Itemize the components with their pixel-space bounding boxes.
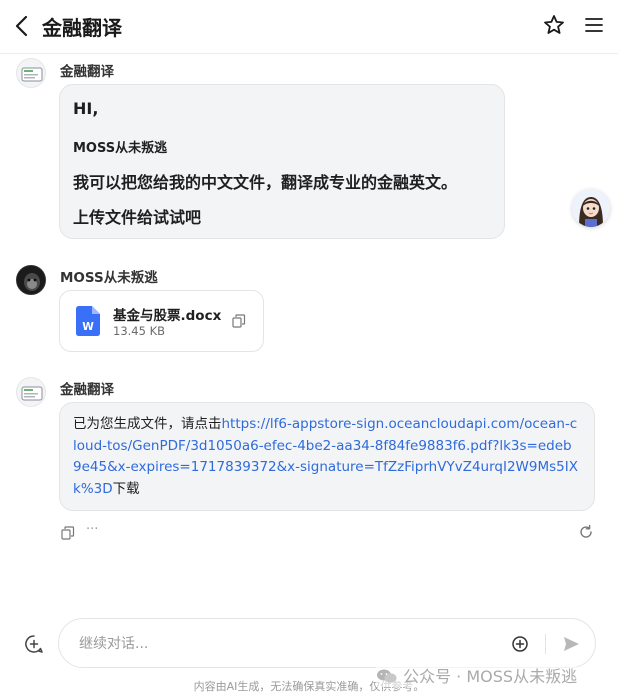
input-divider: [545, 634, 546, 654]
more-icon[interactable]: ···: [86, 522, 98, 537]
bot-avatar: [16, 377, 46, 407]
user-avatar-image: [17, 266, 45, 294]
file-attachment-card[interactable]: W 基金与股票.docx 13.45 KB: [59, 290, 264, 352]
page-title: 金融翻译: [42, 16, 122, 40]
menu-icon[interactable]: [582, 13, 606, 37]
greeting-line: HI,: [73, 99, 99, 118]
download-message-text: 已为您生成文件，请点击https://lf6-appstore-sign.oce…: [73, 414, 579, 500]
copy-icon[interactable]: [61, 526, 75, 540]
sender-name: MOSS从未叛逃: [60, 270, 158, 286]
refresh-icon[interactable]: [578, 524, 594, 540]
watermark-text: 公众号 · MOSS从未叛逃: [403, 667, 578, 686]
greeting-bubble: HI, MOSS从未叛逃 我可以把您给我的中文文件，翻译成专业的金融英文。 上传…: [59, 84, 505, 239]
bot-avatar: [16, 58, 46, 88]
new-chat-icon[interactable]: [24, 634, 44, 654]
greeting-line: 上传文件给试试吧: [73, 208, 202, 227]
greeting-line: 我可以把您给我的中文文件，翻译成专业的金融英文。: [73, 173, 458, 192]
top-bar: 金融翻译: [0, 0, 618, 54]
file-name: 基金与股票.docx: [113, 308, 222, 324]
word-doc-icon: W: [76, 306, 100, 336]
send-icon[interactable]: [561, 634, 581, 654]
download-message-bubble: 已为您生成文件，请点击https://lf6-appstore-sign.oce…: [59, 402, 595, 511]
sender-name: 金融翻译: [60, 64, 114, 80]
message-input-box: [58, 618, 596, 668]
star-icon[interactable]: [542, 13, 566, 37]
bot-avatar-image: [21, 67, 43, 82]
watermark: 公众号 · MOSS从未叛逃: [376, 663, 578, 687]
wechat-icon: [377, 669, 397, 683]
sender-name: 金融翻译: [60, 382, 114, 398]
girl-avatar-icon: [579, 197, 603, 227]
doc-icon-letter: W: [82, 321, 94, 333]
add-circle-icon[interactable]: [511, 635, 529, 653]
bot-avatar-image: [21, 386, 43, 401]
message-text: 下载: [112, 480, 140, 497]
file-size: 13.45 KB: [113, 324, 166, 338]
assistant-floating-avatar[interactable]: [572, 189, 610, 227]
greeting-line: MOSS从未叛逃: [73, 141, 168, 156]
message-text: 已为您生成文件，请点击: [73, 416, 222, 432]
back-arrow-icon[interactable]: [12, 13, 34, 39]
user-avatar: [16, 265, 46, 295]
message-input[interactable]: [77, 632, 481, 656]
copy-icon[interactable]: [232, 314, 246, 328]
